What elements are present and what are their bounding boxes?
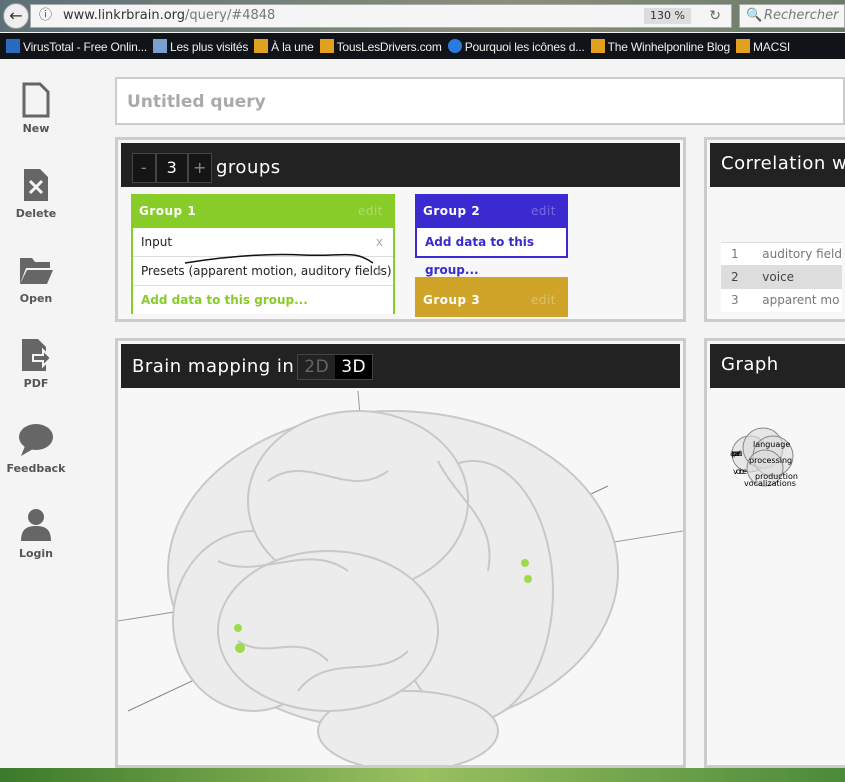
sidebar-login[interactable]: Login [0, 507, 72, 560]
user-icon [21, 509, 51, 541]
edit-group-button[interactable]: edit [358, 204, 383, 218]
table-row[interactable]: 2 voice [721, 265, 842, 289]
zoom-level[interactable]: 130 % [644, 8, 691, 24]
sidebar-new[interactable]: New [0, 82, 72, 135]
sidebar-delete[interactable]: Delete [0, 167, 72, 220]
address-bar[interactable]: ⓘ www.linkrbrain.org/query/#4848 130 % ↻ [30, 4, 732, 28]
add-data-group-2[interactable]: Add data to this group... [417, 228, 566, 277]
groups-panel: -3 + groups Group 1 edit Input x Presets (ap… [115, 137, 686, 322]
graph-node-label: language [753, 440, 790, 449]
graph-node-label: vocalizations [744, 479, 796, 488]
back-button[interactable]: ← [3, 3, 29, 29]
browser-toolbar: ← ⓘ www.linkrbrain.org/query/#4848 130 %… [0, 0, 845, 32]
bookmark[interactable]: Les plus visités [152, 38, 248, 54]
groups-label: groups [216, 157, 281, 178]
graph-node-label: apparent [730, 449, 742, 458]
increase-groups-button[interactable]: + [188, 153, 212, 183]
group-name: Group 2 [423, 204, 481, 218]
bookmark[interactable]: Pourquoi les icônes d... [447, 38, 585, 54]
edit-group-button[interactable]: edit [531, 293, 556, 307]
reload-icon[interactable]: ↻ [709, 5, 721, 27]
brain-3d-view[interactable] [118, 341, 683, 765]
group-2: Group 2 edit Add data to this group... [415, 194, 568, 277]
url-path: /query/#4848 [185, 8, 276, 23]
graph-view[interactable]: language processing production vocalizat… [725, 426, 845, 526]
edit-group-button[interactable]: edit [531, 204, 556, 218]
correlation-header: Correlation w [710, 143, 845, 187]
folder-icon [20, 258, 53, 284]
mode-2d-button[interactable]: 2D [298, 355, 336, 379]
search-placeholder: Rechercher [764, 8, 839, 23]
group-name: Group 1 [139, 204, 197, 218]
query-title-input[interactable]: Untitled query [115, 77, 845, 125]
brain-panel: Brain mapping in 2D 3D [115, 338, 686, 768]
bookmark[interactable]: TousLesDrivers.com [319, 38, 442, 54]
graph-node-label: voice [733, 467, 747, 476]
groups-header: -3 + groups [121, 143, 680, 187]
remove-item-button[interactable]: x [376, 257, 383, 286]
brain-model [167, 410, 619, 765]
bookmark[interactable]: MACSI [736, 38, 790, 54]
search-icon: 🔍 [746, 8, 763, 23]
mode-3d-button[interactable]: 3D [335, 355, 373, 379]
bookmarks-bar: VirusTotal - Free Onlin... Les plus visi… [0, 33, 845, 59]
correlation-table: 1 auditory field 2 voice 3 apparent mo [721, 242, 842, 312]
export-pdf-icon [22, 339, 53, 371]
table-row[interactable]: 3 apparent mo [721, 288, 842, 312]
table-row[interactable]: 1 auditory field [721, 242, 842, 266]
sidebar-feedback[interactable]: Feedback [0, 422, 72, 475]
remove-item-button[interactable]: x [376, 228, 383, 257]
group-item: Presets (apparent motion, auditory field… [133, 253, 393, 286]
taskbar-strip [0, 768, 845, 782]
search-input[interactable]: 🔍 Rechercher [739, 4, 845, 28]
correlation-panel: Correlation w 1 auditory field 2 voice 3 ap… [704, 137, 845, 322]
add-data-group-1[interactable]: Add data to this group... [133, 286, 393, 314]
group-1: Group 1 edit Input x Presets (apparent mot… [131, 194, 395, 314]
group-count: 3 [156, 153, 188, 183]
sidebar-open[interactable]: Open [0, 252, 72, 305]
sidebar-pdf[interactable]: PDF [0, 337, 72, 390]
sidebar: New Delete Open PDF Feedback Login [0, 60, 72, 760]
bookmark[interactable]: À la une [254, 38, 314, 54]
graph-panel: Graph language processing production voc… [704, 338, 845, 768]
info-icon[interactable]: ⓘ [39, 5, 52, 27]
pen-scribble [184, 253, 373, 264]
url-domain: www.linkrbrain.org [63, 8, 186, 23]
speech-bubble-icon [19, 424, 53, 456]
group-name: Group 3 [423, 293, 481, 307]
file-icon [22, 82, 50, 118]
brain-header: Brain mapping in 2D 3D [121, 344, 680, 388]
graph-header: Graph [710, 344, 845, 388]
bookmark[interactable]: The Winhelponline Blog [590, 38, 730, 54]
group-3: Group 3 edit [415, 277, 568, 317]
decrease-groups-button[interactable]: - [132, 153, 156, 183]
bookmark[interactable]: VirusTotal - Free Onlin... [6, 38, 147, 54]
delete-file-icon [24, 169, 48, 201]
graph-node-label: processing [749, 456, 792, 465]
